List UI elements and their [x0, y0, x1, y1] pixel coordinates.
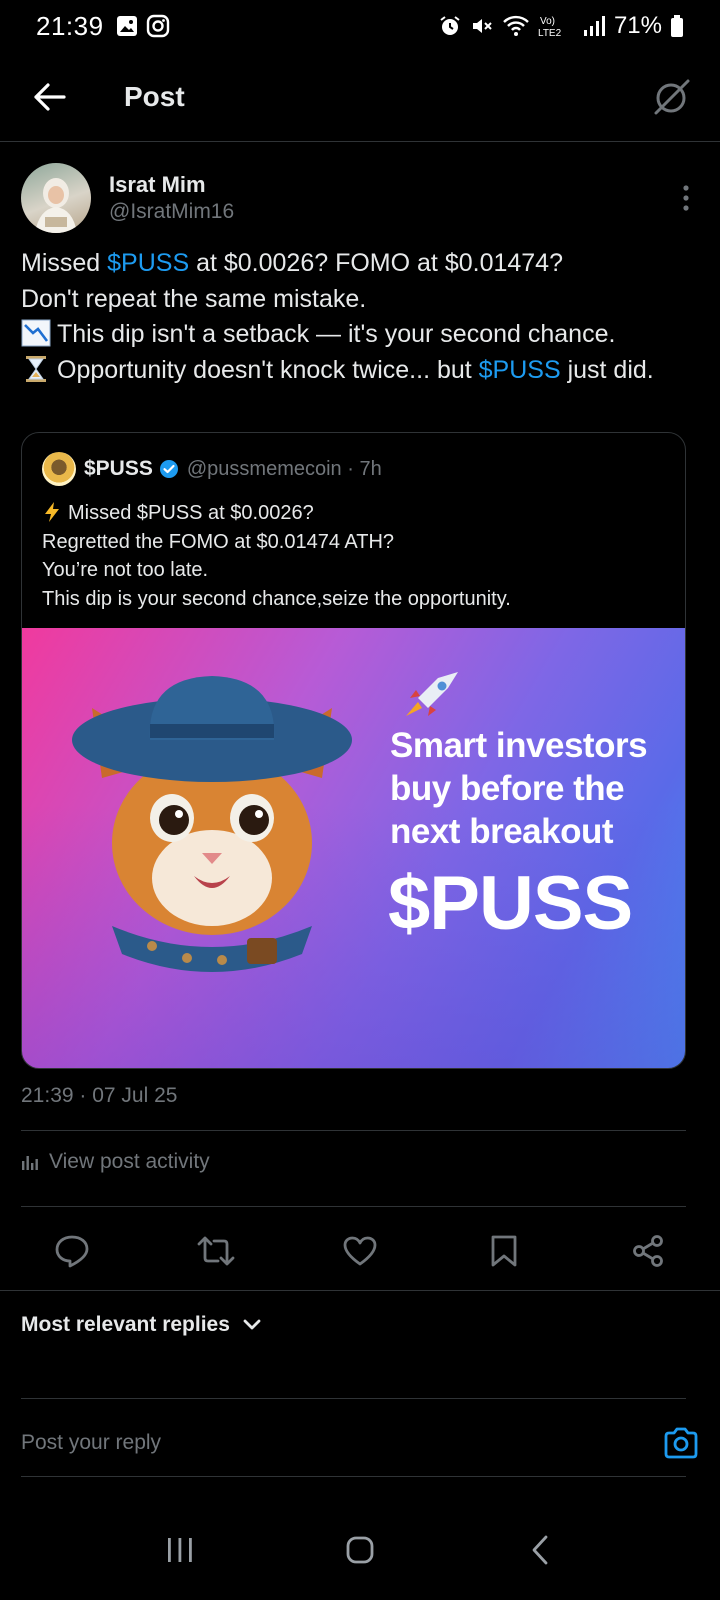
mute-icon — [472, 19, 492, 33]
cashtag-link[interactable]: $PUSS — [479, 356, 561, 384]
status-time: 21:39 — [36, 10, 104, 41]
avatar-image — [35, 178, 77, 233]
grok-button[interactable] — [644, 69, 700, 125]
share-icon — [633, 1235, 663, 1267]
lightning-icon — [45, 502, 59, 522]
reply-button[interactable] — [50, 1229, 94, 1273]
instagram-icon — [146, 14, 169, 38]
camera-icon — [664, 1427, 698, 1459]
hourglass-icon — [26, 355, 46, 382]
camera-button[interactable] — [661, 1423, 701, 1463]
quote-handle-time: @pussmemecoin · 7h — [186, 457, 382, 480]
share-button[interactable] — [626, 1229, 670, 1273]
page-title: Post — [124, 80, 185, 112]
gallery-icon — [116, 16, 137, 36]
reply-icon — [55, 1235, 89, 1268]
reply-input[interactable]: Post your reply — [21, 1431, 161, 1455]
post-author: Israt Mim @IsratMim16 — [21, 162, 701, 234]
author-name[interactable]: Israt Mim — [109, 172, 234, 198]
alarm-icon — [440, 16, 460, 35]
post-line-4: Opportunity doesn't knock twice... but $… — [21, 353, 701, 389]
grok-icon — [654, 79, 690, 114]
reply-composer[interactable]: Post your reply — [21, 1412, 701, 1474]
image-ticker: $PUSS — [388, 861, 633, 946]
quoted-post[interactable]: $PUSS @pussmemecoin · 7h Missed $PUSS at… — [21, 432, 686, 1069]
divider — [21, 1130, 686, 1131]
more-options-button[interactable] — [671, 178, 701, 218]
view-post-activity-label: View post activity — [49, 1150, 210, 1173]
divider — [0, 1290, 720, 1291]
image-headline: Smart investors buy before the next brea… — [390, 726, 648, 851]
repost-button[interactable] — [194, 1229, 238, 1273]
view-post-activity-link[interactable]: View post activity — [21, 1150, 210, 1174]
chevron-down-icon — [243, 1319, 261, 1330]
replies-sort-label: Most relevant replies — [21, 1313, 230, 1336]
system-back-button[interactable] — [510, 1520, 570, 1580]
verified-badge-icon — [159, 460, 178, 478]
post-text: Missed $PUSS at $0.0026? FOMO at $0.0147… — [21, 246, 701, 388]
home-icon — [346, 1536, 374, 1564]
heart-icon — [343, 1236, 377, 1266]
quote-text: Missed $PUSS at $0.0026? Regretted the F… — [42, 502, 511, 610]
like-button[interactable] — [338, 1229, 382, 1273]
post-line-1: Missed $PUSS at $0.0026? FOMO at $0.0147… — [21, 249, 563, 277]
system-nav-bar — [0, 1500, 720, 1600]
battery-icon — [671, 15, 683, 37]
cat-mascot-illustration — [72, 676, 352, 972]
divider — [21, 1398, 686, 1399]
post-line-3: This dip isn't a setback — it's your sec… — [21, 317, 701, 353]
quote-author-name: $PUSS — [84, 457, 153, 480]
quote-media-image[interactable]: Smart investors buy before the next brea… — [22, 628, 685, 1068]
battery-percent: 71% — [613, 12, 662, 39]
recent-apps-button[interactable] — [150, 1520, 210, 1580]
recent-apps-icon — [168, 1538, 192, 1562]
wifi-icon — [503, 15, 529, 36]
divider — [21, 1476, 686, 1477]
back-button[interactable] — [20, 67, 80, 127]
top-header: Post — [0, 52, 720, 142]
bookmark-button[interactable] — [482, 1229, 526, 1273]
signal-icon — [583, 16, 605, 36]
post-timestamp[interactable]: 21:39 · 07 Jul 25 — [21, 1084, 177, 1108]
home-button[interactable] — [330, 1520, 390, 1580]
rocket-icon — [406, 672, 458, 716]
avatar[interactable] — [21, 163, 91, 233]
author-handle[interactable]: @IsratMim16 — [109, 200, 234, 224]
chart-decreasing-icon — [21, 319, 51, 347]
replies-sort-dropdown[interactable]: Most relevant replies — [21, 1313, 262, 1337]
repost-icon — [197, 1236, 235, 1266]
status-bar: 21:39 Vo) LTE2 71% — [0, 0, 720, 52]
chevron-left-icon — [532, 1535, 548, 1565]
volte-icon: Vo)LTE2 — [538, 16, 562, 38]
quote-avatar[interactable] — [42, 452, 76, 486]
arrow-left-icon — [34, 82, 66, 111]
svg-text:LTE2: LTE2 — [538, 28, 562, 38]
svg-text:Vo): Vo) — [540, 16, 555, 27]
divider — [21, 1206, 686, 1207]
bookmark-icon — [491, 1235, 517, 1267]
analytics-icon — [22, 1156, 38, 1170]
post-line-2: Don't repeat the same mistake. — [21, 284, 367, 313]
cashtag-link[interactable]: $PUSS — [107, 249, 189, 277]
post-action-bar — [0, 1222, 720, 1280]
more-vertical-icon — [683, 185, 689, 211]
